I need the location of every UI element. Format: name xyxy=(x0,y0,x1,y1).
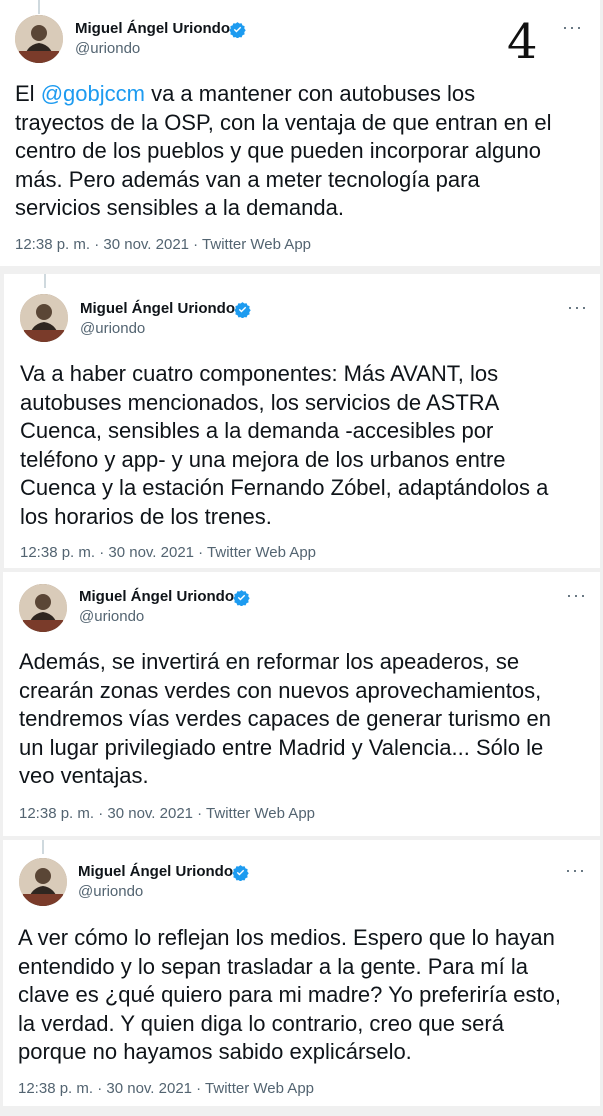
page-number: 4 xyxy=(507,14,538,70)
verified-badge-icon xyxy=(232,865,249,881)
tweet-timestamp[interactable]: 12:38 p. m. · 30 nov. 2021 · Twitter Web… xyxy=(19,805,315,822)
tweet-card: Miguel Ángel Uriondo @uriondo ··· Va a h… xyxy=(4,274,600,568)
author-name[interactable]: Miguel Ángel Uriondo xyxy=(78,863,233,880)
avatar[interactable] xyxy=(20,294,68,342)
mention-link[interactable]: @gobjccm xyxy=(41,81,145,106)
tweet-text: El @gobjccm va a mantener con autobuses … xyxy=(15,80,595,223)
thread-line xyxy=(38,0,40,14)
tweet-text-part: El xyxy=(15,81,41,106)
tweet-text: Además, se invertirá en reformar los ape… xyxy=(19,649,551,788)
avatar[interactable] xyxy=(19,858,67,906)
author-handle[interactable]: @uriondo xyxy=(80,320,145,337)
more-options-icon[interactable]: ··· xyxy=(565,861,586,879)
tweet-timestamp[interactable]: 12:38 p. m. · 30 nov. 2021 · Twitter Web… xyxy=(18,1080,314,1097)
author-name[interactable]: Miguel Ángel Uriondo xyxy=(79,588,234,605)
more-options-icon[interactable]: ··· xyxy=(566,586,587,604)
verified-badge-icon xyxy=(233,590,250,606)
author-name[interactable]: Miguel Ángel Uriondo xyxy=(75,20,230,37)
tweet-timestamp[interactable]: 12:38 p. m. · 30 nov. 2021 · Twitter Web… xyxy=(15,236,311,253)
tweet-card: Miguel Ángel Uriondo @uriondo ··· A ver … xyxy=(3,840,600,1106)
author-handle[interactable]: @uriondo xyxy=(75,40,140,57)
tweet-text: A ver cómo lo reflejan los medios. Esper… xyxy=(18,925,561,1064)
verified-badge-icon xyxy=(234,302,251,318)
tweet-card: Miguel Ángel Uriondo @uriondo 4 ··· El @… xyxy=(0,0,600,266)
thread-line xyxy=(42,840,44,854)
avatar[interactable] xyxy=(15,15,63,63)
verified-badge-icon xyxy=(229,22,246,38)
avatar[interactable] xyxy=(19,584,67,632)
more-options-icon[interactable]: ··· xyxy=(567,298,588,316)
more-options-icon[interactable]: ··· xyxy=(562,18,583,36)
author-handle[interactable]: @uriondo xyxy=(79,608,144,625)
author-handle[interactable]: @uriondo xyxy=(78,883,143,900)
tweet-card: Miguel Ángel Uriondo @uriondo ··· Además… xyxy=(3,572,600,836)
author-name[interactable]: Miguel Ángel Uriondo xyxy=(80,300,235,317)
tweet-timestamp[interactable]: 12:38 p. m. · 30 nov. 2021 · Twitter Web… xyxy=(20,544,316,561)
thread-line xyxy=(44,274,46,288)
tweet-text: Va a haber cuatro componentes: Más AVANT… xyxy=(20,361,549,529)
